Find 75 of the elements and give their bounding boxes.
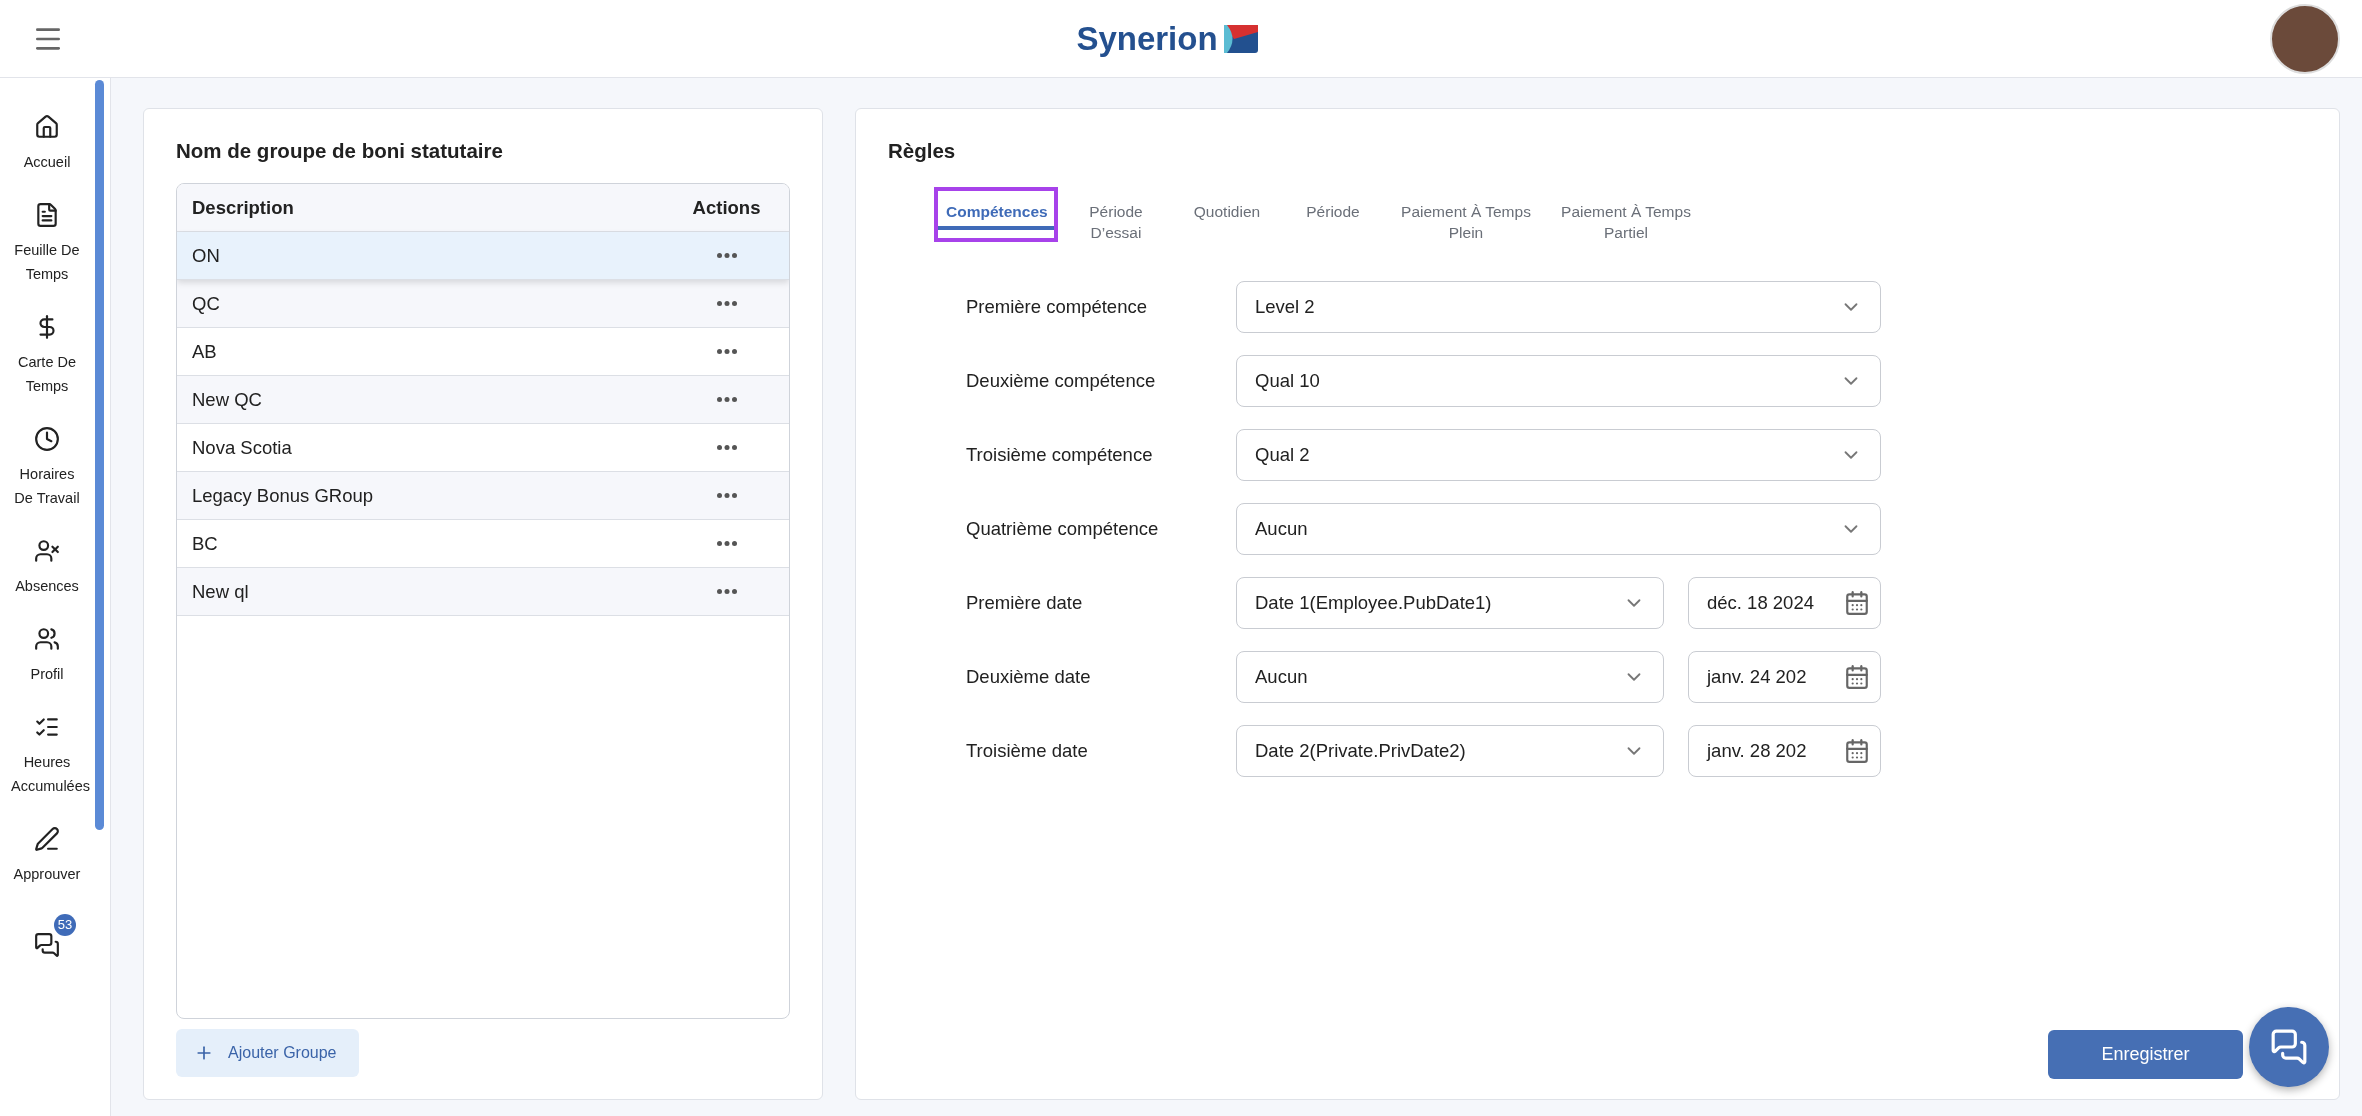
home-icon [34,114,60,140]
sidebar-item[interactable]: Horaires De Travail [2,426,92,510]
field-label: Première compétence [966,296,1148,318]
table-row[interactable]: QC [177,280,789,328]
logo-icon [1223,24,1258,53]
tab[interactable]: Compétences [934,187,1058,242]
more-icon [716,253,737,258]
table-row[interactable]: Legacy Bonus GRoup [177,472,789,520]
table-cell-text: New QC [192,388,263,411]
tab[interactable]: Paiement À Temps Plein [1386,187,1546,263]
more-icon [716,541,737,546]
add-group-button[interactable]: Ajouter Groupe [176,1029,359,1077]
logo-text: Synerion [1076,19,1218,58]
clock-icon [34,426,60,452]
calendar-icon [1844,590,1870,616]
select-field[interactable]: Qual 10 [1236,355,1881,407]
more-icon [716,589,737,594]
table-cell-text: AB [192,340,218,363]
more-icon [716,445,737,450]
tab[interactable]: Période [1280,187,1386,242]
more-icon [716,301,737,306]
column-header: Description [192,196,295,219]
table-cell-text: BC [192,532,219,555]
pen-icon [34,826,60,852]
field-label: Quatrième compétence [966,518,1160,540]
field-label: Deuxième date [966,666,1092,688]
field-label: Troisième date [966,740,1089,762]
scrollbar[interactable] [95,80,104,830]
panel-title: Nom de groupe de boni statutaire [176,139,504,163]
table-cell-text: ON [192,244,221,267]
select-field[interactable]: Date 1(Employee.PubDate1) [1236,577,1664,629]
chat-icon [34,932,60,958]
tab[interactable]: Paiement À Temps Partiel [1546,187,1706,263]
date-field[interactable]: déc. 18 2024 [1688,577,1881,629]
field-label: Troisième compétence [966,444,1154,466]
select-field[interactable]: Qual 2 [1236,429,1881,481]
calendar-icon [1844,664,1870,690]
date-field[interactable]: janv. 28 202 [1688,725,1881,777]
user-x-icon [34,538,60,564]
more-icon [716,397,737,402]
column-header: Actions [691,196,762,219]
chat-icon [2270,1028,2308,1066]
sidebar-item[interactable]: Profil [2,626,92,686]
calendar-icon [1844,738,1870,764]
sidebar-item[interactable]: Feuille De Temps [2,202,92,286]
sidebar-item[interactable]: Accueil [2,114,92,174]
table-row[interactable]: New QC [177,376,789,424]
sidebar-item[interactable]: Absences [2,538,92,598]
table-cell-text: New ql [192,580,250,603]
sidebar-item[interactable]: Heures Accumulées [2,714,92,798]
field-label: Deuxième compétence [966,370,1157,392]
notification-badge: 53 [54,914,76,936]
select-field[interactable]: Aucun [1236,503,1881,555]
select-field[interactable]: Date 2(Private.PrivDate2) [1236,725,1664,777]
sidebar-item[interactable]: Carte De Temps [2,314,92,398]
tab[interactable]: Quotidien [1174,187,1280,242]
document-icon [34,202,60,228]
table-row[interactable]: ON [177,232,789,280]
tab[interactable]: Période D’essai [1058,187,1174,263]
table-row[interactable]: New ql [177,568,789,616]
table-cell-text: QC [192,292,221,315]
more-icon [716,349,737,354]
panel-title: Règles [888,139,957,163]
field-label: Première date [966,592,1084,614]
table-cell-text: Nova Scotia [192,436,293,459]
sidebar-item[interactable]: 53 [2,914,92,958]
people-icon [34,626,60,652]
chat-button[interactable] [2249,1007,2329,1087]
select-field[interactable]: Level 2 [1236,281,1881,333]
table-cell-text: Legacy Bonus GRoup [192,484,374,507]
sidebar-item[interactable]: Approuver [2,826,92,886]
save-button[interactable]: Enregistrer [2048,1030,2243,1079]
select-field[interactable]: Aucun [1236,651,1664,703]
more-icon [716,493,737,498]
date-field[interactable]: janv. 24 202 [1688,651,1881,703]
